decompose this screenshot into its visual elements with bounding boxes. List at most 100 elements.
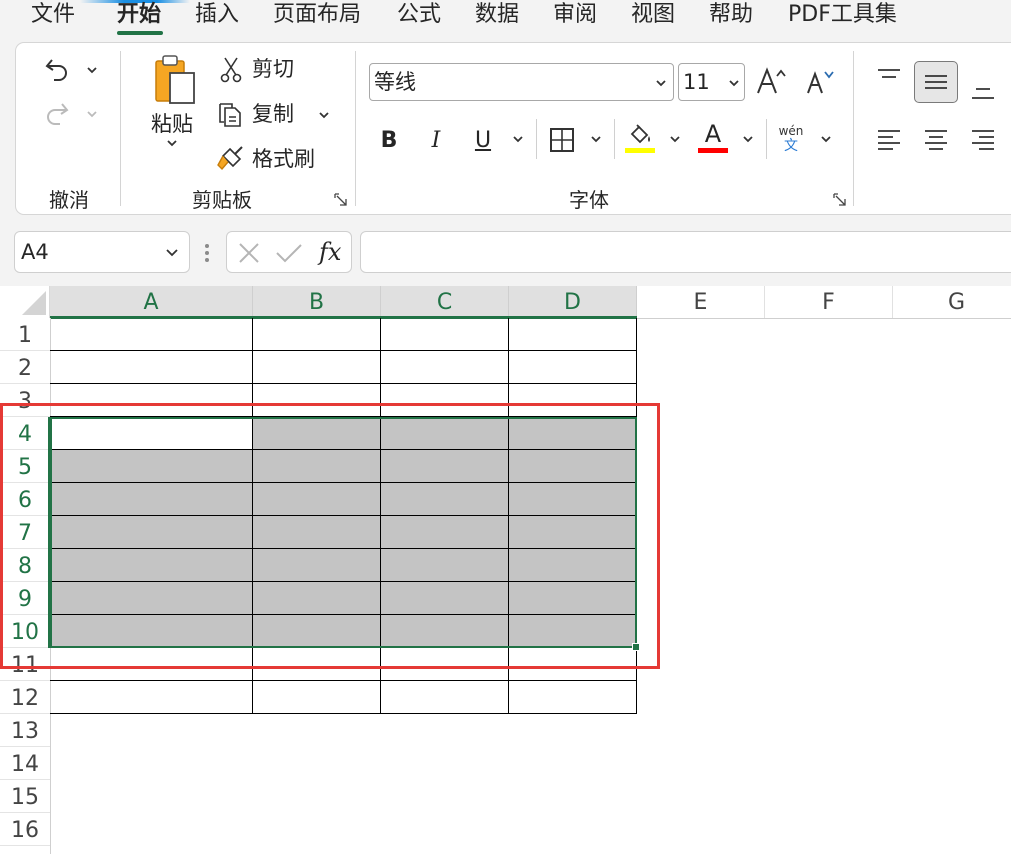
undo-dropdown-icon[interactable] bbox=[86, 66, 98, 74]
cell-g7[interactable] bbox=[893, 516, 1011, 549]
cell-e13[interactable] bbox=[637, 714, 765, 747]
cell-f2[interactable] bbox=[765, 351, 893, 384]
cell-d1[interactable] bbox=[509, 318, 637, 351]
cell-c14[interactable] bbox=[381, 747, 509, 780]
cell-a1[interactable] bbox=[50, 318, 253, 351]
cell-c16[interactable] bbox=[381, 813, 509, 846]
cell-c13[interactable] bbox=[381, 714, 509, 747]
cell-c2[interactable] bbox=[381, 351, 509, 384]
paste-button[interactable]: 粘贴 bbox=[142, 53, 202, 163]
cell-c12[interactable] bbox=[381, 681, 509, 714]
undo-button[interactable] bbox=[40, 53, 74, 85]
cell-e1[interactable] bbox=[637, 318, 765, 351]
copy-dropdown-icon[interactable] bbox=[318, 111, 330, 119]
cell-f13[interactable] bbox=[765, 714, 893, 747]
cell-f6[interactable] bbox=[765, 483, 893, 516]
tab-view[interactable]: 视图 bbox=[631, 0, 675, 30]
cell-f16[interactable] bbox=[765, 813, 893, 846]
row-header-13[interactable]: 13 bbox=[0, 714, 50, 747]
tab-insert[interactable]: 插入 bbox=[195, 0, 239, 30]
cell-g3[interactable] bbox=[893, 384, 1011, 417]
clipboard-dialog-launcher-icon[interactable] bbox=[334, 193, 348, 207]
tab-page-layout[interactable]: 页面布局 bbox=[273, 0, 361, 30]
cell-b12[interactable] bbox=[253, 681, 381, 714]
redo-button[interactable] bbox=[40, 97, 74, 129]
cell-g12[interactable] bbox=[893, 681, 1011, 714]
cell-a15[interactable] bbox=[50, 780, 253, 813]
column-header-c[interactable]: C bbox=[381, 286, 509, 318]
copy-button[interactable]: 复制 bbox=[216, 98, 306, 130]
name-box[interactable]: A4 bbox=[14, 231, 190, 273]
cell-d15[interactable] bbox=[509, 780, 637, 813]
cell-g13[interactable] bbox=[893, 714, 1011, 747]
cell-f8[interactable] bbox=[765, 549, 893, 582]
cell-d16[interactable] bbox=[509, 813, 637, 846]
cell-f14[interactable] bbox=[765, 747, 893, 780]
cell-b16[interactable] bbox=[253, 813, 381, 846]
align-middle-button[interactable] bbox=[914, 61, 958, 103]
cell-g9[interactable] bbox=[893, 582, 1011, 615]
italic-button[interactable]: I bbox=[421, 123, 451, 157]
cell-f1[interactable] bbox=[765, 318, 893, 351]
cell-g10[interactable] bbox=[893, 615, 1011, 648]
cell-f5[interactable] bbox=[765, 450, 893, 483]
cell-e16[interactable] bbox=[637, 813, 765, 846]
cancel-icon[interactable] bbox=[237, 242, 261, 264]
cell-e15[interactable] bbox=[637, 780, 765, 813]
cell-a13[interactable] bbox=[50, 714, 253, 747]
column-header-f[interactable]: F bbox=[765, 286, 893, 318]
align-bottom-button[interactable] bbox=[966, 73, 1000, 107]
cut-button[interactable]: 剪切 bbox=[218, 53, 308, 85]
cell-b14[interactable] bbox=[253, 747, 381, 780]
cell-f7[interactable] bbox=[765, 516, 893, 549]
formula-input[interactable] bbox=[360, 231, 1011, 273]
cell-g1[interactable] bbox=[893, 318, 1011, 351]
tab-file[interactable]: 文件 bbox=[31, 0, 75, 30]
cell-g15[interactable] bbox=[893, 780, 1011, 813]
cell-b13[interactable] bbox=[253, 714, 381, 747]
fill-color-button[interactable] bbox=[623, 119, 657, 155]
phonetic-dropdown-icon[interactable] bbox=[820, 135, 832, 143]
cell-f15[interactable] bbox=[765, 780, 893, 813]
cell-b2[interactable] bbox=[253, 351, 381, 384]
font-color-dropdown-icon[interactable] bbox=[742, 135, 754, 143]
cell-d12[interactable] bbox=[509, 681, 637, 714]
column-header-e[interactable]: E bbox=[637, 286, 765, 318]
cell-d14[interactable] bbox=[509, 747, 637, 780]
cell-f9[interactable] bbox=[765, 582, 893, 615]
column-header-a[interactable]: A bbox=[50, 286, 253, 318]
cell-a14[interactable] bbox=[50, 747, 253, 780]
underline-button[interactable]: U bbox=[468, 123, 498, 157]
cell-f12[interactable] bbox=[765, 681, 893, 714]
cell-f10[interactable] bbox=[765, 615, 893, 648]
row-header-15[interactable]: 15 bbox=[0, 780, 50, 813]
tab-help[interactable]: 帮助 bbox=[709, 0, 753, 30]
row-header-1[interactable]: 1 bbox=[0, 318, 50, 351]
cell-g16[interactable] bbox=[893, 813, 1011, 846]
tab-formulas[interactable]: 公式 bbox=[397, 0, 441, 30]
cell-g5[interactable] bbox=[893, 450, 1011, 483]
formula-bar-grip-icon[interactable] bbox=[204, 242, 210, 264]
insert-function-button[interactable]: fx bbox=[319, 234, 341, 270]
cell-g4[interactable] bbox=[893, 417, 1011, 450]
cell-e2[interactable] bbox=[637, 351, 765, 384]
phonetic-guide-button[interactable]: wén 文 bbox=[774, 121, 808, 157]
cell-e14[interactable] bbox=[637, 747, 765, 780]
enter-check-icon[interactable] bbox=[275, 242, 303, 264]
cell-g11[interactable] bbox=[893, 648, 1011, 681]
cell-g14[interactable] bbox=[893, 747, 1011, 780]
row-header-12[interactable]: 12 bbox=[0, 681, 50, 714]
bold-button[interactable]: B bbox=[374, 123, 404, 157]
increase-font-size-button[interactable] bbox=[754, 63, 788, 99]
cell-e12[interactable] bbox=[637, 681, 765, 714]
font-color-button[interactable]: A bbox=[696, 119, 730, 155]
cell-b1[interactable] bbox=[253, 318, 381, 351]
align-top-button[interactable] bbox=[872, 61, 906, 95]
name-box-dropdown-icon[interactable] bbox=[165, 248, 179, 257]
font-size-combobox[interactable]: 11 bbox=[678, 63, 745, 101]
cell-a12[interactable] bbox=[50, 681, 253, 714]
cell-c1[interactable] bbox=[381, 318, 509, 351]
column-header-g[interactable]: G bbox=[893, 286, 1011, 318]
format-painter-button[interactable]: 格式刷 bbox=[216, 143, 326, 175]
row-header-16[interactable]: 16 bbox=[0, 813, 50, 846]
